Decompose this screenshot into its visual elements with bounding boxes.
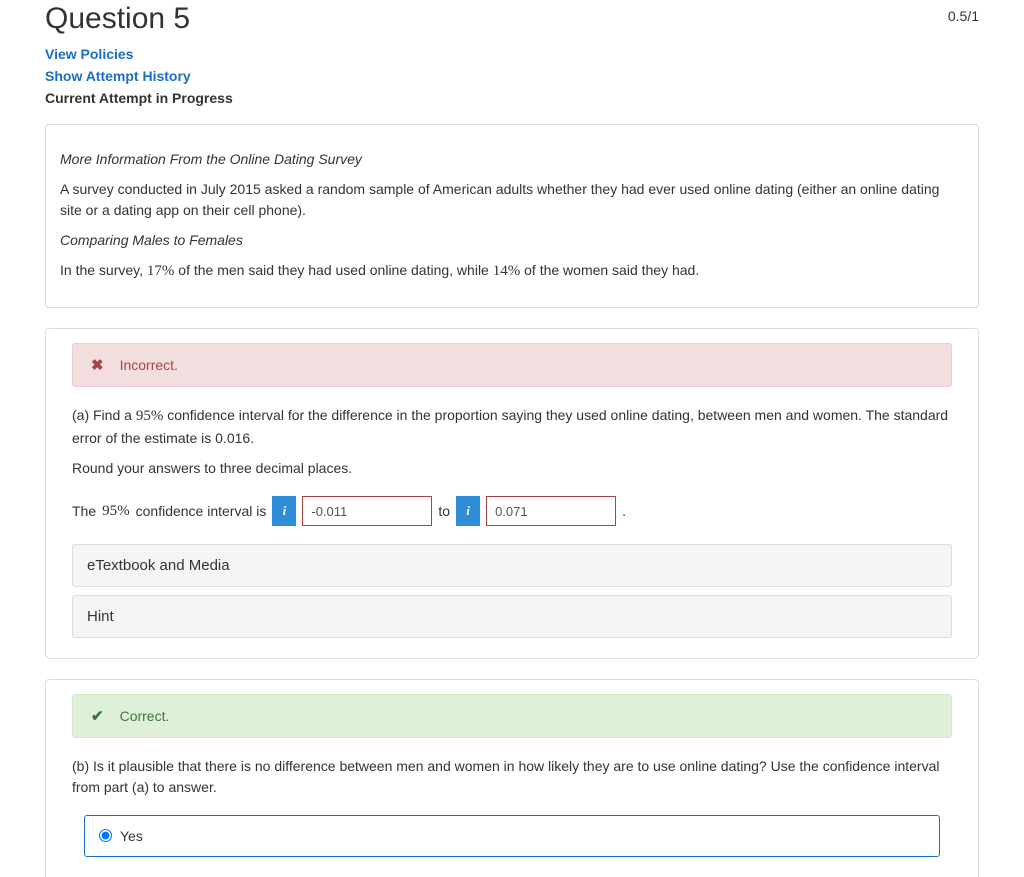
to-word: to bbox=[438, 503, 450, 519]
answer-mid: confidence interval is bbox=[136, 503, 267, 519]
part-a-panel: ✖ Incorrect. (a) Find a 95% confidence i… bbox=[45, 328, 979, 659]
part-a-prompt: (a) Find a 95% confidence interval for t… bbox=[72, 405, 952, 448]
radio-yes-label: Yes bbox=[120, 828, 143, 844]
ci-upper-input[interactable] bbox=[486, 496, 616, 526]
view-policies-link[interactable]: View Policies bbox=[45, 46, 979, 62]
question-title: Question 5 bbox=[45, 2, 190, 36]
show-attempt-history-link[interactable]: Show Attempt History bbox=[45, 68, 979, 84]
x-icon: ✖ bbox=[91, 356, 104, 374]
part-a-answer-row: The 95% confidence interval is i to i . bbox=[72, 496, 952, 526]
context-panel: More Information From the Online Dating … bbox=[45, 124, 979, 308]
radio-yes-input[interactable] bbox=[99, 829, 112, 842]
part-a-round-note: Round your answers to three decimal plac… bbox=[72, 458, 952, 478]
context-paragraph-1: A survey conducted in July 2015 asked a … bbox=[60, 179, 964, 220]
part-b-panel: ✔ Correct. (b) Is it plausible that ther… bbox=[45, 679, 979, 877]
answer-prefix: The bbox=[72, 503, 96, 519]
current-attempt-label: Current Attempt in Progress bbox=[45, 90, 979, 106]
part-b-prompt: (b) Is it plausible that there is no dif… bbox=[72, 756, 952, 797]
period: . bbox=[622, 503, 626, 519]
context-paragraph-2: In the survey, 17% of the men said they … bbox=[60, 260, 964, 283]
info-icon[interactable]: i bbox=[456, 496, 480, 526]
info-icon[interactable]: i bbox=[272, 496, 296, 526]
feedback-incorrect-bar: ✖ Incorrect. bbox=[72, 343, 952, 387]
score-display: 0.5/1 bbox=[948, 8, 979, 24]
feedback-incorrect-label: Incorrect. bbox=[120, 357, 178, 373]
radio-option-yes[interactable]: Yes bbox=[84, 815, 940, 857]
context-heading-1: More Information From the Online Dating … bbox=[60, 149, 964, 169]
etextbook-expander[interactable]: eTextbook and Media bbox=[72, 544, 952, 587]
answer-ci-level: 95% bbox=[102, 503, 130, 520]
hint-expander[interactable]: Hint bbox=[72, 595, 952, 638]
ci-lower-input[interactable] bbox=[302, 496, 432, 526]
context-heading-2: Comparing Males to Females bbox=[60, 230, 964, 250]
check-icon: ✔ bbox=[91, 707, 104, 725]
feedback-correct-bar: ✔ Correct. bbox=[72, 694, 952, 738]
feedback-correct-label: Correct. bbox=[120, 708, 170, 724]
